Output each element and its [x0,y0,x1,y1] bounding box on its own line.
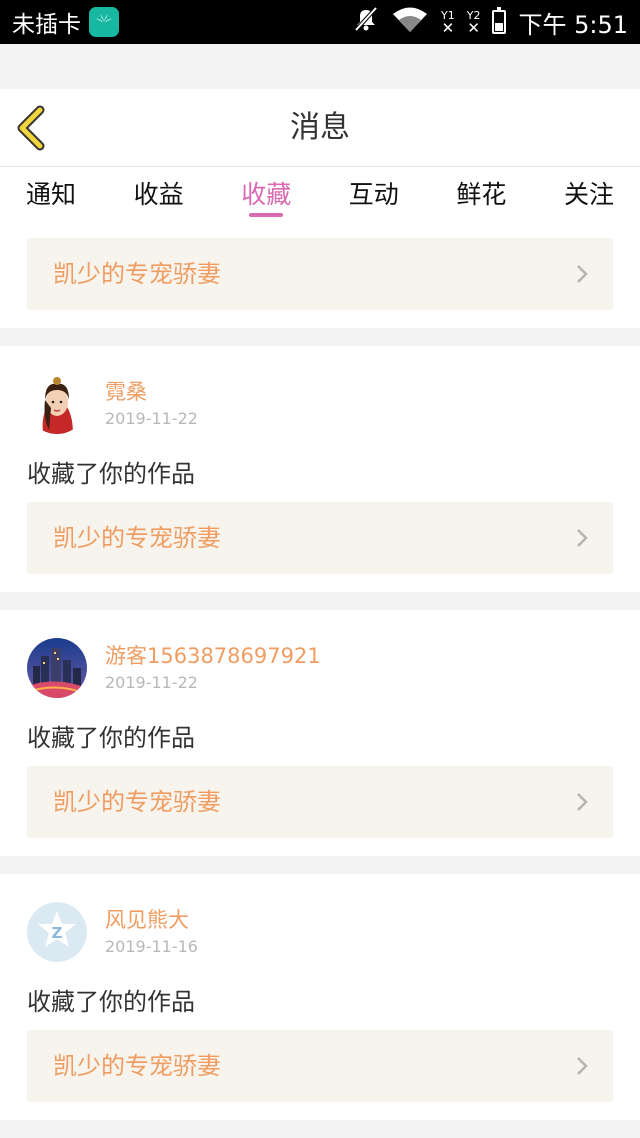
status-bar: 未插卡 Y1 ✕ Y2 ✕ 下午 5:51 [0,0,640,44]
character-avatar-icon [27,374,87,434]
carrier-label: 未插卡 [12,12,81,38]
tab-earnings[interactable]: 收益 [134,167,184,223]
tab-flowers[interactable]: 鲜花 [456,167,506,223]
huawei-logo-icon [89,7,119,37]
avatar[interactable] [27,374,87,434]
avatar[interactable]: Z [27,902,87,962]
header: 消息 [0,89,640,167]
timestamp: 2019-11-16 [105,937,198,956]
list-item: 游客1563878697921 2019-11-22 收藏了你的作品 凯少的专宠… [0,610,640,856]
sim1-signal-icon: Y1 ✕ [441,9,455,37]
tab-bar: 通知 收益 收藏 互动 鲜花 关注 [0,167,640,229]
timestamp: 2019-11-22 [105,409,198,428]
chevron-right-icon [577,265,588,283]
user-name[interactable]: 游客1563878697921 [105,640,321,670]
action-text: 收藏了你的作品 [27,724,195,752]
chevron-right-icon [577,529,588,547]
work-title: 凯少的专宠骄妻 [53,524,221,552]
work-link[interactable]: 凯少的专宠骄妻 [27,1030,613,1102]
battery-icon [492,7,507,34]
battery-fill [495,23,504,31]
action-text: 收藏了你的作品 [27,988,195,1016]
action-text: 收藏了你的作品 [27,460,195,488]
qq-logo-avatar-icon: Z [27,902,87,962]
status-left: 未插卡 [12,5,119,39]
chevron-right-icon [577,793,588,811]
timestamp: 2019-11-22 [105,673,198,692]
mute-icon [353,5,379,39]
work-title: 凯少的专宠骄妻 [53,1052,221,1080]
work-link[interactable]: 凯少的专宠骄妻 [27,238,613,310]
list-item: 霓桑 2019-11-22 收藏了你的作品 凯少的专宠骄妻 [0,346,640,592]
city-night-avatar-icon [27,638,87,698]
chevron-right-icon [577,1057,588,1075]
work-title: 凯少的专宠骄妻 [53,788,221,816]
tab-favorites[interactable]: 收藏 [241,167,291,223]
page-title: 消息 [290,110,350,145]
user-name[interactable]: 风见熊大 [105,904,189,934]
clock: 下午 5:51 [518,10,628,39]
avatar[interactable] [27,638,87,698]
tab-notifications[interactable]: 通知 [26,167,76,223]
status-right: Y1 ✕ Y2 ✕ 下午 5:51 [353,5,628,40]
work-title: 凯少的专宠骄妻 [53,260,221,288]
work-link[interactable]: 凯少的专宠骄妻 [27,502,613,574]
sim2-signal-icon: Y2 ✕ [466,9,481,37]
list-item: Z 风见熊大 2019-11-16 收藏了你的作品 凯少的专宠骄妻 [0,874,640,1120]
svg-text:Z: Z [52,924,63,942]
list-item: 凯少的专宠骄妻 [0,229,640,328]
tab-interactions[interactable]: 互动 [349,167,399,223]
tab-follows[interactable]: 关注 [564,167,614,223]
wifi-icon [391,5,429,39]
work-link[interactable]: 凯少的专宠骄妻 [27,766,613,838]
user-name[interactable]: 霓桑 [105,376,147,406]
